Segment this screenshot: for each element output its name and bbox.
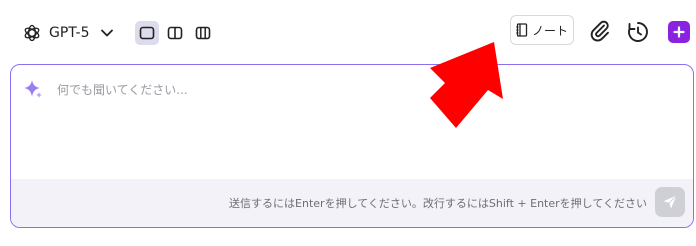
note-button[interactable]: ノート [510,15,574,45]
input-footer: 送信するにはEnterを押してください。改行するにはShift + Enterを… [11,179,693,227]
new-chat-button[interactable] [668,21,690,43]
single-pane-icon [139,26,155,40]
send-button[interactable] [655,187,685,217]
model-selector[interactable]: GPT-5 [22,20,114,46]
top-toolbar: GPT-5 ノート [0,0,696,64]
two-pane-button[interactable] [163,21,187,45]
notebook-icon [516,23,528,37]
three-pane-icon [195,26,211,40]
paperclip-icon [590,20,609,42]
chat-input-box: 送信するにはEnterを押してください。改行するにはShift + Enterを… [10,64,694,228]
openai-logo-icon [24,24,40,42]
layout-switcher [135,21,215,45]
chevron-down-icon [100,29,113,37]
keyboard-hint: 送信するにはEnterを押してください。改行するにはShift + Enterを… [229,197,647,210]
single-pane-button[interactable] [135,21,159,45]
two-pane-icon [167,26,183,40]
prompt-input[interactable] [55,77,679,103]
three-pane-button[interactable] [191,21,215,45]
sparkle-icon [24,80,42,98]
note-button-label: ノート [531,23,568,38]
plus-icon [673,26,685,38]
history-button[interactable] [626,20,650,44]
send-icon [663,195,677,209]
model-name: GPT-5 [49,25,90,41]
attach-button[interactable] [587,18,611,42]
history-clock-icon [628,22,648,42]
